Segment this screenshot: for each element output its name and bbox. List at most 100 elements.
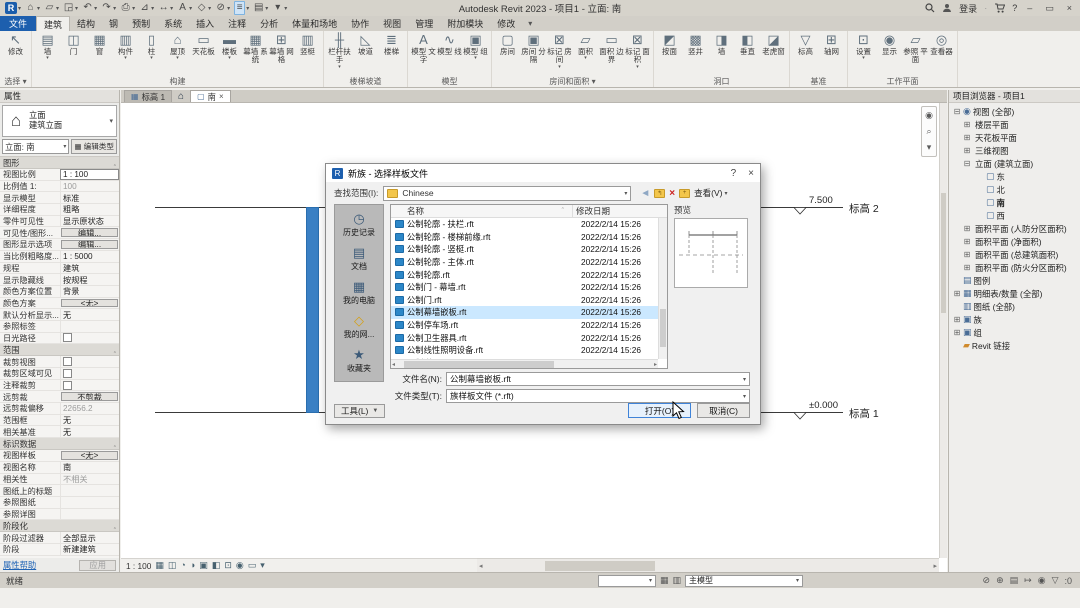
status-icon[interactable]: ⊘ bbox=[983, 575, 991, 586]
ribbon-tool[interactable]: ▣ 模型 组 ▾ bbox=[463, 32, 488, 61]
tools-button[interactable]: 工具(L) ▼ bbox=[334, 403, 386, 418]
file-tab[interactable]: 文件 bbox=[0, 16, 37, 31]
tab-options-arrow[interactable]: ▾ bbox=[522, 16, 538, 31]
scrollbar-thumb[interactable] bbox=[404, 360, 555, 368]
tree-item[interactable]: ▰ Revit 链接 bbox=[949, 339, 1080, 352]
qat-dropdown-arrow[interactable]: ▾ bbox=[189, 5, 192, 12]
places-bar-item[interactable]: ▤ 文档 bbox=[335, 243, 383, 274]
ribbon-tab[interactable]: 修改 bbox=[490, 16, 522, 31]
cancel-button[interactable]: 取消(C) bbox=[697, 403, 750, 418]
section-header[interactable]: 阶段化 ꞈ bbox=[0, 520, 119, 533]
property-value[interactable]: 按规程 bbox=[60, 274, 119, 285]
tree-item-label[interactable]: 面积平面 (人防分区面积) bbox=[975, 223, 1067, 235]
qat-dropdown-arrow[interactable]: ▾ bbox=[151, 5, 154, 12]
ribbon-tool[interactable]: ◺ 坡道 ▾ bbox=[353, 32, 378, 56]
property-value[interactable]: 背景 bbox=[60, 285, 119, 297]
tree-item[interactable]: ⊞ 面积平面 (防火分区面积) bbox=[949, 261, 1080, 274]
tree-item-label[interactable]: 立面 (建筑立面) bbox=[975, 158, 1033, 170]
qat-icon[interactable]: R bbox=[5, 2, 17, 14]
ribbon-tool[interactable]: ◩ 按面 ▾ bbox=[657, 32, 682, 56]
tree-expander-icon[interactable]: ⊞ bbox=[953, 289, 961, 298]
close-tab-icon[interactable]: × bbox=[219, 92, 224, 101]
search-icon[interactable] bbox=[925, 3, 935, 13]
qat-dropdown-arrow[interactable]: ▾ bbox=[75, 5, 78, 12]
file-row[interactable]: 公制线性照明设备.rft 2022/2/14 15:26 bbox=[391, 344, 667, 357]
property-value[interactable] bbox=[60, 368, 119, 379]
tree-item[interactable]: ⊞ ▣ 族 bbox=[949, 313, 1080, 326]
tree-item[interactable]: ⊞ ▣ 组 bbox=[949, 326, 1080, 339]
close-button[interactable]: × bbox=[1064, 3, 1075, 13]
file-list-hscrollbar[interactable]: ◂ ▸ bbox=[391, 359, 658, 368]
back-icon[interactable]: ◄ bbox=[640, 188, 650, 199]
dialog-close-icon[interactable]: × bbox=[748, 168, 754, 179]
ribbon-tool[interactable]: ▭ 面积 边界 ▾ bbox=[599, 32, 624, 65]
tree-item-label[interactable]: 面积平面 (净面积) bbox=[975, 236, 1042, 248]
property-value[interactable]: 南 bbox=[60, 461, 119, 473]
tree-item[interactable]: ⊞ 天花板平面 bbox=[949, 131, 1080, 144]
ribbon-tool[interactable]: ⊞ 幕墙 网格 ▾ bbox=[269, 32, 294, 65]
tree-expander-icon[interactable]: ⊞ bbox=[963, 224, 971, 233]
file-row[interactable]: 公制卫生器具.rft 2022/2/14 15:26 bbox=[391, 331, 667, 344]
delete-icon[interactable]: × bbox=[669, 188, 675, 199]
ribbon-tool[interactable]: ▭ 天花板 ▾ bbox=[191, 32, 216, 56]
view-control-icon[interactable]: ◧ bbox=[212, 560, 221, 571]
ribbon-tab[interactable]: 附加模块 bbox=[440, 16, 490, 31]
signin-label[interactable]: 登录 bbox=[959, 2, 977, 15]
column-date[interactable]: 修改日期 bbox=[572, 205, 667, 217]
places-bar-item[interactable]: ◇ 我的网... bbox=[335, 311, 383, 342]
collapse-icon[interactable]: ꞈ bbox=[114, 440, 116, 447]
qat-dropdown-arrow[interactable]: ▾ bbox=[37, 5, 40, 12]
ribbon-tool[interactable]: ◧ 垂直 ▾ bbox=[735, 32, 760, 56]
qat-dropdown-arrow[interactable]: ▾ bbox=[227, 5, 230, 12]
horizontal-scrollbar[interactable]: ◂ ▸ bbox=[477, 558, 939, 572]
status-icon[interactable]: ▤ bbox=[1010, 575, 1019, 586]
ribbon-tool[interactable]: ◫ 门 ▾ bbox=[61, 32, 86, 56]
ribbon-group-label[interactable]: 洞口 bbox=[657, 76, 786, 87]
ribbon-tool[interactable]: ▥ 竖梃 ▾ bbox=[295, 32, 320, 56]
file-list-vscrollbar[interactable] bbox=[658, 218, 667, 359]
property-value[interactable]: 22656.2 bbox=[60, 403, 119, 414]
ribbon-group-label[interactable]: 构建 bbox=[35, 76, 320, 87]
level-2-name[interactable]: 标高 2 bbox=[849, 201, 879, 216]
workset-select[interactable]: ▾ bbox=[598, 574, 656, 587]
ribbon-tool[interactable]: ⊠ 标记 面积 ▾ bbox=[625, 32, 650, 70]
worksets-icon[interactable]: ▦ bbox=[660, 575, 669, 586]
qat-icon[interactable]: A bbox=[177, 2, 188, 14]
views-menu-button[interactable]: 查看(V) ▾ bbox=[694, 187, 727, 199]
qat-dropdown-arrow[interactable]: ▾ bbox=[94, 5, 97, 12]
tree-item[interactable]: ⊞ 面积平面 (总建筑面积) bbox=[949, 248, 1080, 261]
tree-item-label[interactable]: 面积平面 (总建筑面积) bbox=[975, 249, 1058, 261]
qat-icon[interactable]: ↔ bbox=[158, 2, 169, 14]
qat-icon[interactable]: ▤ bbox=[253, 2, 264, 14]
home-view-button[interactable]: ⌂ bbox=[174, 90, 188, 102]
property-value[interactable]: 无 bbox=[60, 309, 119, 320]
file-row[interactable]: 公制幕墙嵌板.rft 2022/2/14 15:26 bbox=[391, 306, 667, 319]
ribbon-tool[interactable]: ⊠ 标记 房间 ▾ bbox=[547, 32, 572, 70]
ribbon-tab[interactable]: 插入 bbox=[189, 16, 221, 31]
property-value[interactable] bbox=[60, 508, 119, 520]
ribbon-tool[interactable]: ╫ 栏杆扶手 ▾ bbox=[327, 32, 352, 70]
tree-item-label[interactable]: 三维视图 bbox=[975, 145, 1009, 157]
tree-expander-icon[interactable]: ⊞ bbox=[953, 315, 961, 324]
property-value[interactable]: 不剪裁 bbox=[61, 392, 118, 402]
section-header[interactable]: 图形 ꞈ bbox=[0, 157, 119, 169]
tree-item[interactable]: ⊞ 三维视图 bbox=[949, 144, 1080, 157]
user-icon[interactable] bbox=[942, 3, 952, 13]
status-icon[interactable]: ⊕ bbox=[996, 575, 1004, 586]
qat-icon[interactable]: ⌂ bbox=[25, 2, 36, 14]
filetype-select[interactable]: 族样板文件 (*.rft) ▾ bbox=[446, 389, 750, 403]
places-bar-item[interactable]: ▦ 我的电脑 bbox=[335, 277, 383, 308]
tree-expander-icon[interactable]: ⊞ bbox=[963, 146, 971, 155]
property-value[interactable]: 显示原状态 bbox=[60, 215, 119, 227]
property-value[interactable]: <无> bbox=[61, 298, 118, 308]
column-name[interactable]: 名称 ˆ bbox=[391, 205, 572, 217]
tree-item[interactable]: ▢ 南 bbox=[949, 196, 1080, 209]
tree-item[interactable]: ⊟ ◉ 视图 (全部) bbox=[949, 105, 1080, 118]
file-row[interactable]: 公制门 - 幕墙.rft 2022/2/14 15:26 bbox=[391, 281, 667, 294]
view-control-icon[interactable]: ◉ bbox=[236, 560, 244, 571]
scrollbar-thumb[interactable] bbox=[544, 560, 655, 571]
ribbon-tab[interactable]: 管理 bbox=[408, 16, 440, 31]
scroll-left-icon[interactable]: ◂ bbox=[391, 361, 396, 368]
ribbon-tool[interactable]: A 模型 文字 ▾ bbox=[411, 32, 436, 65]
property-value[interactable]: 建筑 bbox=[60, 262, 119, 274]
